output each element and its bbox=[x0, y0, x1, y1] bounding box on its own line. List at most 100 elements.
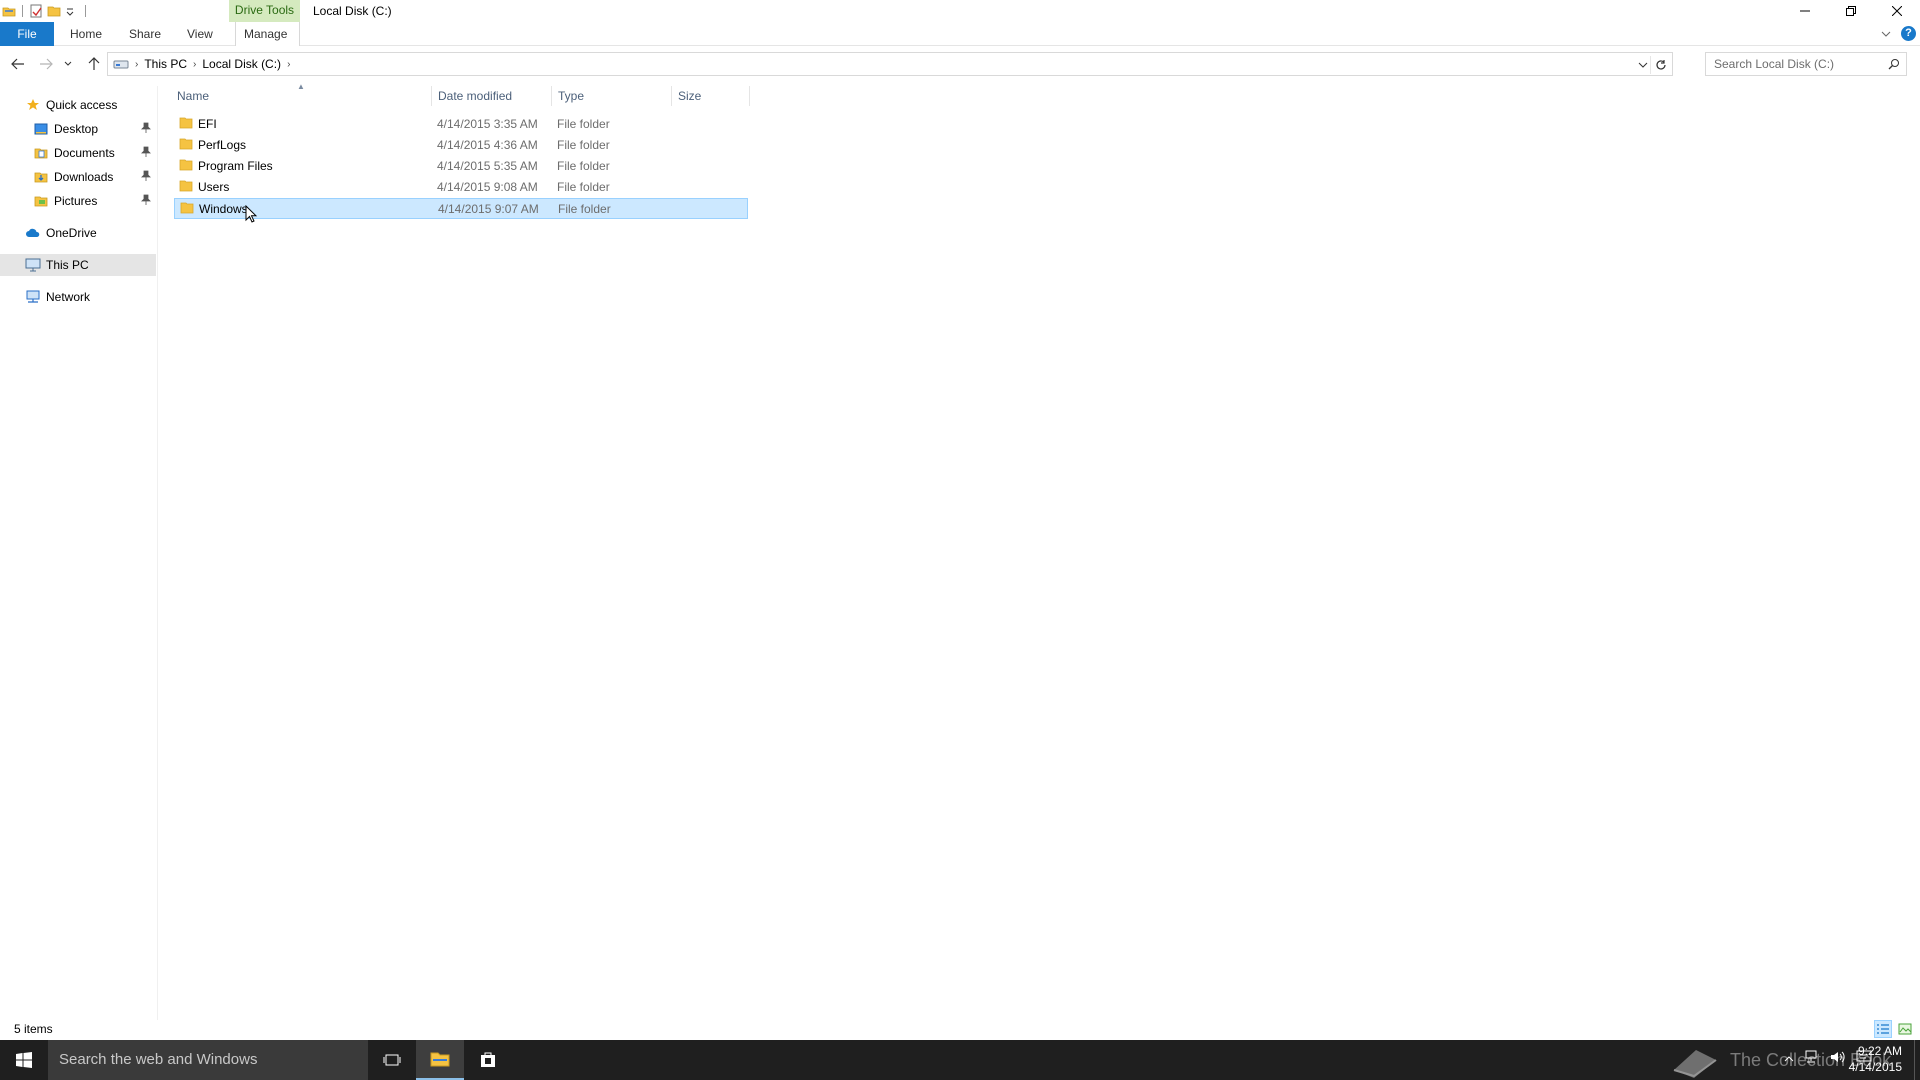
file-date-modified: 4/14/2015 5:35 AM bbox=[437, 159, 538, 173]
column-header-type[interactable]: Type bbox=[552, 86, 672, 106]
nav-label: OneDrive bbox=[46, 226, 97, 240]
show-desktop-button[interactable] bbox=[1914, 1040, 1920, 1080]
pin-icon[interactable] bbox=[141, 122, 151, 137]
pin-icon[interactable] bbox=[141, 146, 151, 161]
tab-file[interactable]: File bbox=[0, 22, 54, 46]
taskbar-search-box[interactable]: Search the web and Windows bbox=[48, 1040, 368, 1080]
file-row-program-files[interactable]: Program Files 4/14/2015 5:35 AM File fol… bbox=[174, 156, 748, 177]
tab-manage[interactable]: Manage bbox=[235, 22, 300, 46]
breadcrumb-separator[interactable]: › bbox=[285, 59, 292, 70]
file-explorer-taskbar-button[interactable] bbox=[416, 1040, 464, 1080]
nav-label: Desktop bbox=[54, 122, 99, 136]
toolbar-separator bbox=[85, 5, 86, 17]
volume-icon[interactable] bbox=[1830, 1050, 1846, 1067]
column-header-date-modified[interactable]: Date modified bbox=[432, 86, 552, 106]
nav-label: Network bbox=[46, 290, 91, 304]
new-folder-icon[interactable] bbox=[47, 4, 61, 18]
address-history-dropdown[interactable] bbox=[1638, 58, 1648, 72]
customize-toolbar-chevron-icon[interactable] bbox=[65, 4, 79, 18]
back-arrow-icon bbox=[11, 58, 24, 70]
tab-view[interactable]: View bbox=[179, 22, 221, 46]
window-title: Local Disk (C:) bbox=[313, 4, 392, 18]
breadcrumb-this-pc[interactable]: This PC bbox=[140, 57, 191, 71]
mouse-cursor-icon bbox=[245, 204, 258, 226]
breadcrumb-local-disk[interactable]: Local Disk (C:) bbox=[198, 57, 285, 71]
network-icon bbox=[25, 289, 41, 305]
taskbar: Search the web and Windows The Collectio… bbox=[0, 1040, 1920, 1080]
toolbar-separator bbox=[22, 5, 23, 17]
minimize-icon bbox=[1800, 10, 1810, 12]
nav-label: Documents bbox=[54, 146, 115, 160]
documents-icon bbox=[33, 145, 49, 161]
folder-icon bbox=[179, 179, 193, 196]
restore-button[interactable] bbox=[1828, 0, 1874, 22]
pin-icon[interactable] bbox=[141, 170, 151, 185]
file-name: Program Files bbox=[198, 159, 273, 173]
close-button[interactable] bbox=[1874, 0, 1920, 22]
column-header-size[interactable]: Size bbox=[672, 86, 750, 106]
tab-home[interactable]: Home bbox=[62, 22, 110, 46]
file-name: Windows bbox=[199, 202, 248, 216]
file-explorer-app-icon[interactable] bbox=[2, 4, 16, 18]
view-switcher bbox=[1874, 1020, 1914, 1038]
address-bar[interactable]: › This PC › Local Disk (C:) › bbox=[107, 52, 1673, 76]
windows-logo-icon bbox=[16, 1052, 32, 1068]
start-button[interactable] bbox=[0, 1040, 48, 1080]
back-button[interactable] bbox=[8, 54, 28, 74]
file-row-perflogs[interactable]: PerfLogs 4/14/2015 4:36 AM File folder bbox=[174, 135, 748, 156]
nav-this-pc[interactable]: This PC bbox=[0, 254, 156, 276]
refresh-button[interactable] bbox=[1650, 56, 1670, 74]
quick-access-toolbar bbox=[2, 3, 88, 19]
nav-quick-access[interactable]: Quick access bbox=[0, 94, 156, 116]
expand-ribbon-chevron-icon[interactable] bbox=[1881, 27, 1891, 41]
file-name: PerfLogs bbox=[198, 138, 247, 152]
details-view-button[interactable] bbox=[1874, 1020, 1892, 1038]
nav-label: Quick access bbox=[46, 98, 118, 112]
ribbon-tab-bar: File Home Share View Manage ? bbox=[0, 22, 1920, 46]
file-date-modified: 4/14/2015 4:36 AM bbox=[437, 138, 538, 152]
nav-network[interactable]: Network bbox=[0, 286, 156, 308]
file-row-efi[interactable]: EFI 4/14/2015 3:35 AM File folder bbox=[174, 114, 748, 135]
file-row-windows[interactable]: Windows 4/14/2015 9:07 AM File folder bbox=[174, 198, 748, 219]
clock[interactable]: 9:22 AM 4/14/2015 bbox=[1849, 1043, 1902, 1075]
file-date-modified: 4/14/2015 3:35 AM bbox=[437, 117, 538, 131]
nav-onedrive[interactable]: OneDrive bbox=[0, 222, 156, 244]
breadcrumb-separator[interactable]: › bbox=[133, 59, 140, 70]
breadcrumb-separator[interactable]: › bbox=[191, 59, 198, 70]
forward-button[interactable] bbox=[36, 54, 56, 74]
search-box[interactable] bbox=[1705, 52, 1907, 76]
column-header-name[interactable]: Name bbox=[174, 86, 432, 106]
downloads-icon bbox=[33, 169, 49, 185]
help-icon[interactable]: ? bbox=[1901, 26, 1916, 41]
large-icons-view-button[interactable] bbox=[1896, 1020, 1914, 1038]
nav-downloads[interactable]: Downloads bbox=[0, 166, 156, 188]
file-row-users[interactable]: Users 4/14/2015 9:08 AM File folder bbox=[174, 177, 748, 198]
properties-icon[interactable] bbox=[29, 4, 43, 18]
navigation-row: › This PC › Local Disk (C:) › bbox=[0, 52, 1920, 76]
folder-icon bbox=[179, 116, 193, 133]
nav-desktop[interactable]: Desktop bbox=[0, 118, 156, 140]
up-arrow-icon bbox=[88, 57, 100, 70]
show-hidden-icons-icon[interactable] bbox=[1784, 1052, 1794, 1066]
window-controls bbox=[1782, 0, 1920, 22]
search-icon[interactable] bbox=[1888, 58, 1900, 73]
item-count: 5 items bbox=[14, 1022, 53, 1036]
large-icons-view-icon bbox=[1898, 1023, 1912, 1035]
store-taskbar-button[interactable] bbox=[464, 1040, 512, 1080]
title-bar: Drive Tools Local Disk (C:) bbox=[0, 0, 1920, 22]
file-type: File folder bbox=[557, 138, 610, 152]
drive-tools-context-label: Drive Tools bbox=[229, 0, 300, 22]
pin-icon[interactable] bbox=[141, 194, 151, 209]
task-view-button[interactable] bbox=[368, 1040, 416, 1080]
task-view-icon bbox=[383, 1054, 401, 1066]
minimize-button[interactable] bbox=[1782, 0, 1828, 22]
nav-documents[interactable]: Documents bbox=[0, 142, 156, 164]
up-button[interactable] bbox=[84, 54, 104, 74]
nav-pictures[interactable]: Pictures bbox=[0, 190, 156, 212]
details-view-icon bbox=[1877, 1024, 1889, 1034]
search-input[interactable] bbox=[1706, 53, 1876, 75]
refresh-icon bbox=[1655, 60, 1666, 70]
recent-locations-button[interactable] bbox=[62, 54, 74, 74]
network-status-icon[interactable] bbox=[1804, 1050, 1820, 1067]
tab-share[interactable]: Share bbox=[121, 22, 169, 46]
